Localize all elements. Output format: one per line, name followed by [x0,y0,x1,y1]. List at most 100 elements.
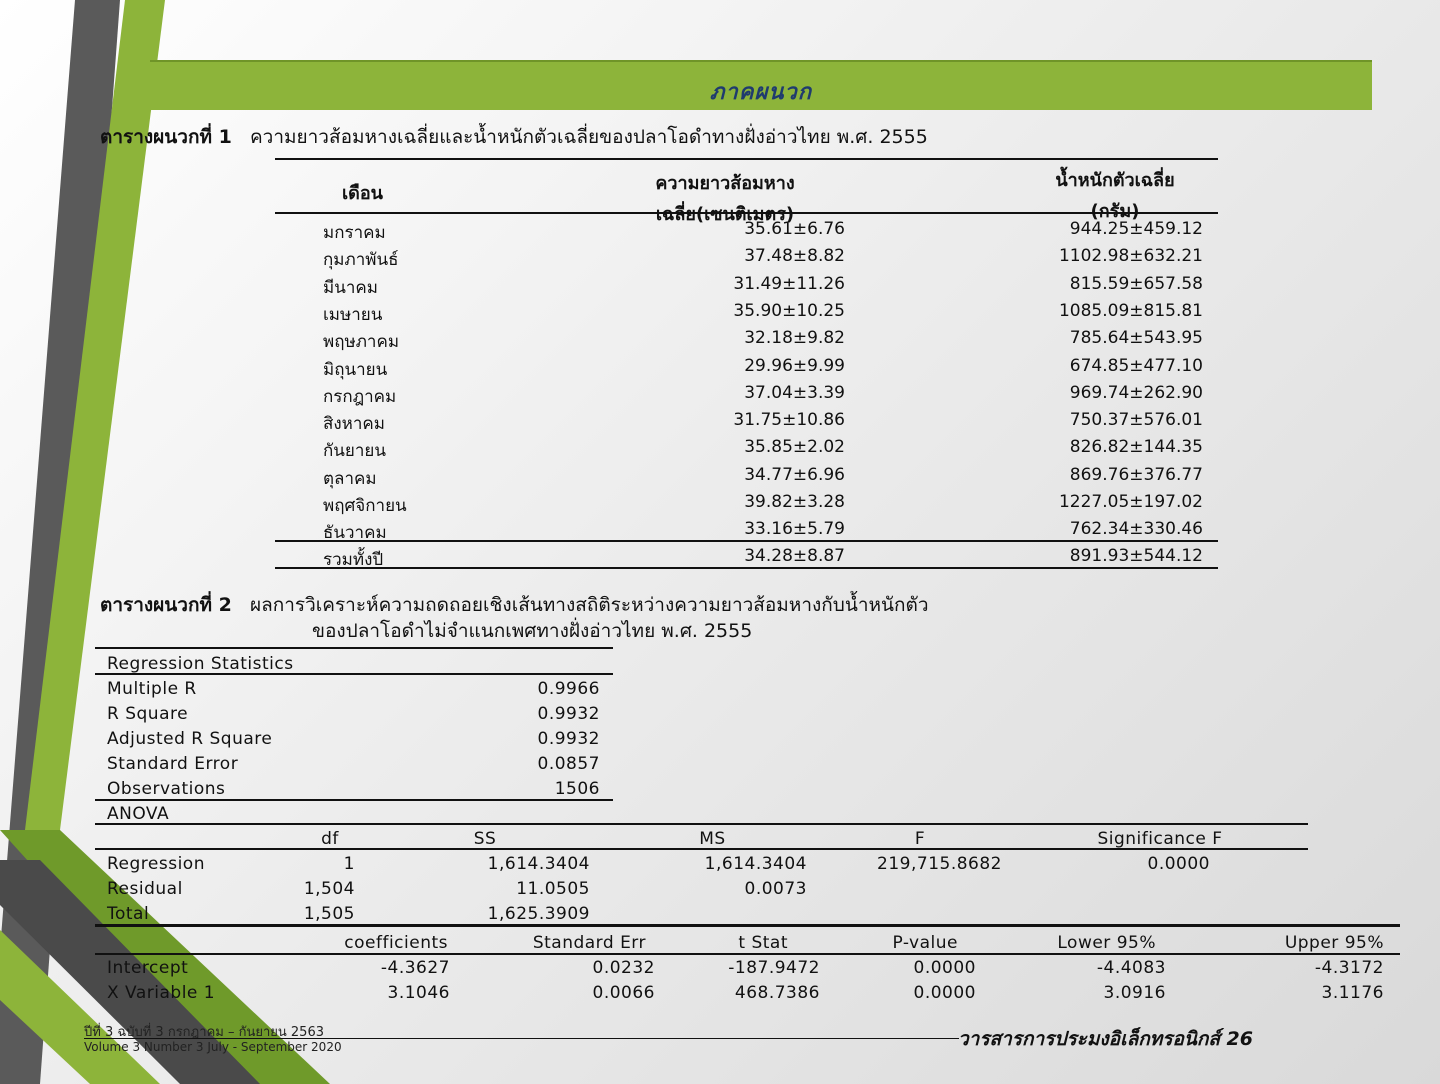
table1-length: 37.04±3.39 [744,382,845,403]
coef-cell-t: 468.7386 [734,983,820,1003]
section-banner: ภาคผนวก [150,60,1372,110]
table1-weight: 944.25±459.12 [1069,219,1203,239]
coef-header-standard-err: Standard Err [532,933,646,953]
table1-total-rule [275,540,1218,542]
table1-row: เมษายน 35.90±10.25 1085.09±815.81 [275,301,1218,328]
table1-weight: 969.74±262.90 [1069,382,1203,403]
coef-cell-p: 0.0000 [913,983,976,1003]
table1-length: 29.96±9.99 [744,355,845,376]
coef-cell-p: 0.0000 [913,958,976,978]
table1-header-rule [275,212,1218,214]
coef-header-upper95: Upper 95% [1284,933,1384,953]
anova-cell-df: 1,504 [303,879,355,899]
regstats-label: Standard Error [107,754,239,774]
table1-length: 35.61±6.76 [744,219,845,239]
coef-row-label: X Variable 1 [107,983,216,1003]
anova-header-df: df [321,829,339,849]
table1-row: พฤษภาคม 32.18±9.82 785.64±543.95 [275,328,1218,355]
coef-row-label: Intercept [107,958,189,978]
footer-issue-english: Volume 3 Number 3 July - September 2020 [84,1040,342,1054]
anova-cell-ss: 1,614.3404 [487,854,590,874]
table1-month: มีนาคม [323,277,378,298]
coef-cell-t: -187.9472 [728,958,820,978]
table1-length: 33.16±5.79 [744,519,845,540]
banner-title: ภาคผนวก [709,80,813,105]
table1-row: มีนาคม 31.49±11.26 815.59±657.58 [275,274,1218,301]
table1-month: พฤษภาคม [323,332,400,353]
table2-caption-line2: ของปลาโอดำไม่จำแนกเพศทางฝั่งอ่าวไทย พ.ศ.… [312,620,753,642]
table1-caption: ตารางผนวกที่ 1 ความยาวส้อมหางเฉลี่ยและน้… [100,122,928,152]
anova-top-rule [95,823,1308,825]
anova-cell-df: 1,505 [303,904,355,924]
table1-month: ธันวาคม [323,523,387,544]
table1-month: กุมภาพันธ์ [323,250,399,271]
coef-cell-se: 0.0232 [592,958,655,978]
table1-header-weight: น้ำหนักตัวเฉลี่ย (กรัม) [1020,165,1210,225]
table1-row: มกราคม 35.61±6.76 944.25±459.12 [275,219,1218,246]
coef-cell-lower: 3.0916 [1103,983,1166,1003]
coef-top-rule [95,924,1400,927]
table1-weight: 750.37±576.01 [1069,410,1203,431]
regstats-value: 0.9932 [537,704,600,724]
table1-row: กุมภาพันธ์ 37.48±8.82 1102.98±632.21 [275,246,1218,273]
coef-cell-lower: -4.4083 [1096,958,1166,978]
table1-weight: 762.34±330.46 [1069,519,1203,540]
table1-weight: 1102.98±632.21 [1058,246,1203,267]
table1-total-weight: 891.93±544.12 [1069,546,1203,566]
table1-total-length: 34.28±8.87 [744,546,845,566]
regstats-value: 1506 [554,779,600,799]
coef-header-rule [95,953,1400,955]
table1-length: 35.90±10.25 [733,300,845,321]
anova-cell-f: 219,715.8682 [877,854,1002,874]
table1-month: มิถุนายน [323,359,388,380]
table1-length: 32.18±9.82 [744,328,845,349]
regstats-title: Regression Statistics [107,654,294,674]
anova-cell-ss: 11.0505 [516,879,590,899]
table2-caption-line1: ผลการวิเคราะห์ความถดถอยเชิงเส้นทางสถิติร… [249,594,929,616]
table1-caption-text: ความยาวส้อมหางเฉลี่ยและน้ำหนักตัวเฉลี่ยข… [249,126,928,148]
anova-header-f: F [914,829,926,849]
coef-header-t-stat: t Stat [738,933,788,953]
table1-weight: 869.76±376.77 [1069,464,1203,485]
anova-cell-ms: 0.0073 [744,879,807,899]
table1-weight: 674.85±477.10 [1069,355,1203,376]
table1-weight: 1227.05±197.02 [1058,492,1203,512]
regstats-label: Adjusted R Square [107,729,273,749]
anova-header-significance: Significance F [1097,829,1223,849]
table1-weight: 815.59±657.58 [1069,273,1203,294]
table1-month: กันยายน [323,441,387,462]
table1-row: ตุลาคม 34.77±6.96 869.76±376.77 [275,465,1218,492]
table1-length: 34.77±6.96 [744,464,845,485]
regstats-label: Observations [107,779,226,799]
table1-row: มิถุนายน 29.96±9.99 674.85±477.10 [275,356,1218,383]
table1-caption-label: ตารางผนวกที่ 1 [100,126,232,148]
regstats-label: R Square [107,704,189,724]
coef-cell-upper: 3.1176 [1321,983,1384,1003]
table1-month: ตุลาคม [323,468,377,489]
regstats-bottom-rule [95,799,613,801]
coef-cell-upper: -4.3172 [1314,958,1384,978]
coef-cell-coef: -4.3627 [380,958,450,978]
table1-top-rule [275,158,1218,160]
coef-header-p-value: P-value [892,933,958,953]
footer-rule [84,1038,959,1039]
table1-weight: 785.64±543.95 [1069,328,1203,349]
anova-row-label: Regression [107,854,205,874]
table1-row: ธันวาคม 33.16±5.79 762.34±330.46 [275,519,1218,546]
table1-header-length-line1: ความยาวส้อมหาง [655,173,795,194]
table1-row: กันยายน 35.85±2.02 826.82±144.35 [275,437,1218,464]
coef-cell-se: 0.0066 [592,983,655,1003]
table1-header-month: เดือน [342,183,383,204]
regstats-top-rule [95,647,613,649]
regstats-label: Multiple R [107,679,197,699]
anova-row-label: Total [107,904,150,924]
table1-row: สิงหาคม 31.75±10.86 750.37±576.01 [275,410,1218,437]
table1-row: พฤศจิกายน 39.82±3.28 1227.05±197.02 [275,492,1218,519]
table1-header-weight-line1: น้ำหนักตัวเฉลี่ย [1055,170,1175,191]
table2-caption-label: ตารางผนวกที่ 2 [100,594,232,616]
footer-journal-title: วารสารการประมงอิเล็กทรอนิกส์ 26 [958,1028,1254,1050]
anova-cell-ms: 1,614.3404 [704,854,807,874]
table1-length: 39.82±3.28 [744,492,845,512]
table1-bottom-rule [275,567,1218,569]
table1-month: มกราคม [323,223,386,243]
